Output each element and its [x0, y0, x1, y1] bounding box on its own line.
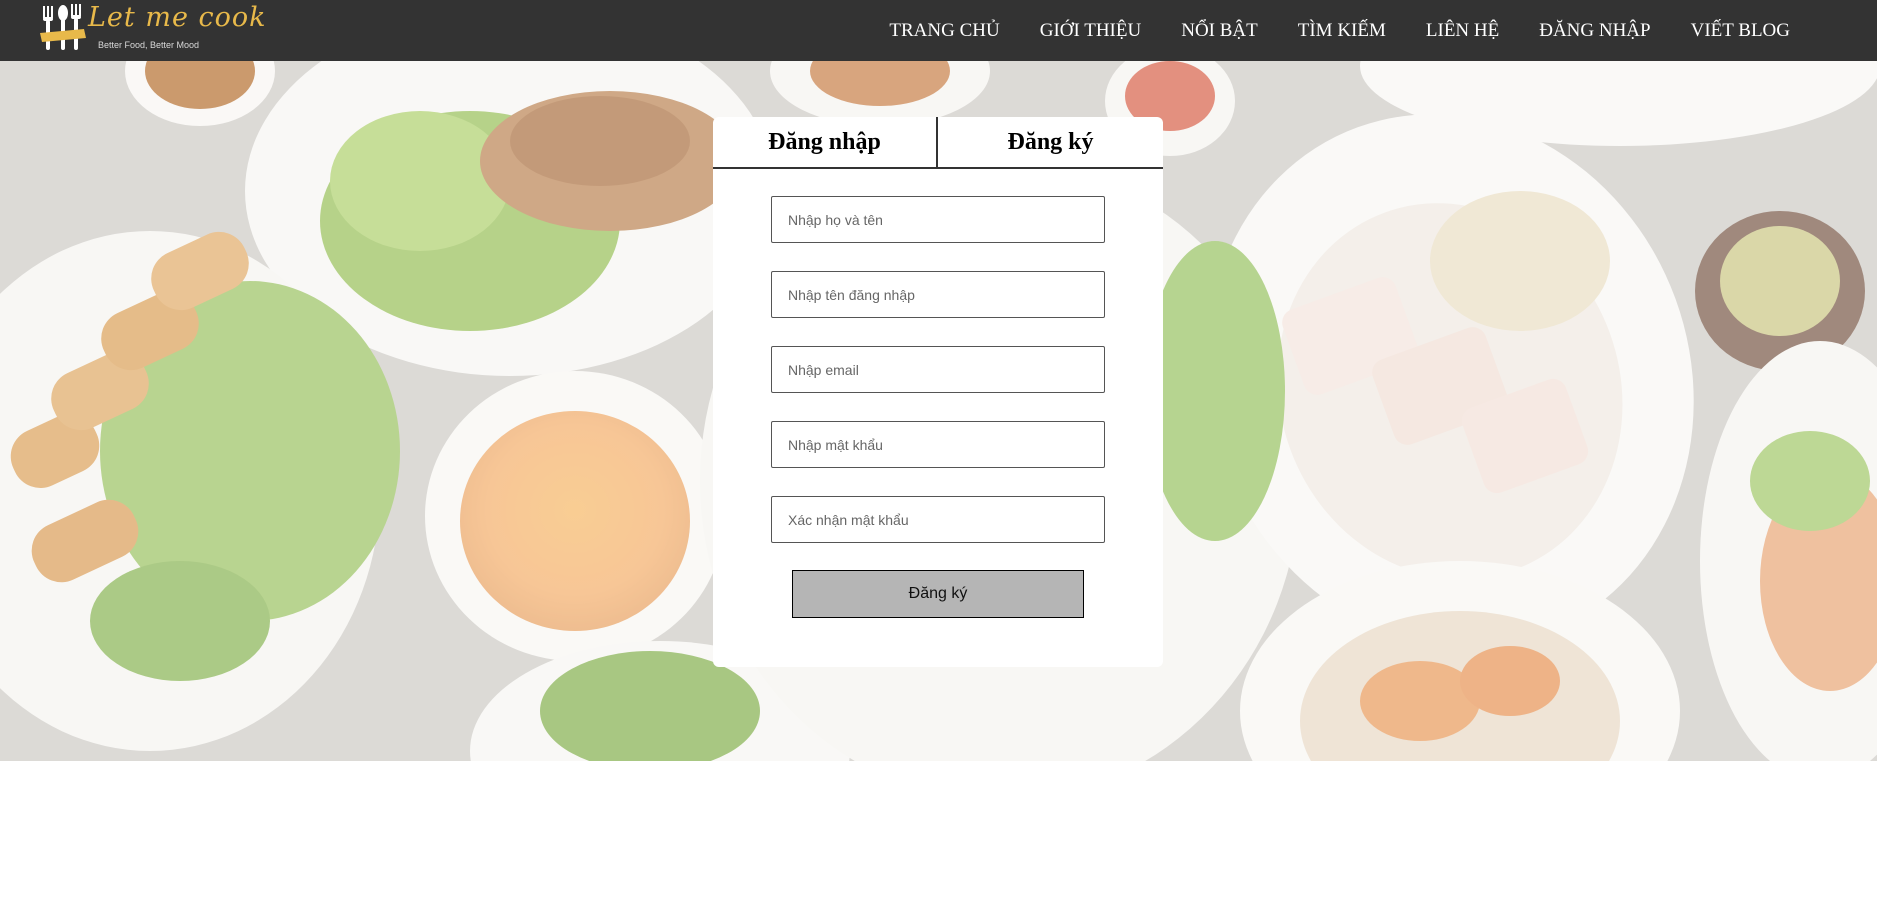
- nav-item-home[interactable]: TRANG CHỦ: [889, 20, 999, 42]
- fullname-input[interactable]: [771, 196, 1105, 243]
- main-nav: TRANG CHỦ GIỚI THIỆU NỔI BẬT TÌM KIẾM LI…: [889, 0, 1790, 61]
- auth-card: Đăng nhập Đăng ký Đăng ký: [713, 117, 1163, 667]
- nav-item-contact[interactable]: LIÊN HỆ: [1426, 20, 1499, 42]
- brand-logo[interactable]: Let me cook Better Food, Better Mood: [40, 0, 266, 61]
- nav-item-login[interactable]: ĐĂNG NHẬP: [1539, 20, 1650, 42]
- nav-item-search[interactable]: TÌM KIẾM: [1298, 20, 1386, 42]
- confirm-password-input[interactable]: [771, 496, 1105, 543]
- tab-login[interactable]: Đăng nhập: [713, 117, 938, 167]
- brand-name: Let me cook: [88, 2, 267, 33]
- nav-item-about[interactable]: GIỚI THIỆU: [1040, 20, 1142, 42]
- top-navbar: Let me cook Better Food, Better Mood TRA…: [0, 0, 1877, 61]
- nav-item-featured[interactable]: NỔI BẬT: [1181, 20, 1258, 42]
- username-input[interactable]: [771, 271, 1105, 318]
- nav-item-write-blog[interactable]: VIẾT BLOG: [1691, 20, 1790, 42]
- auth-tabs: Đăng nhập Đăng ký: [713, 117, 1163, 169]
- tab-register[interactable]: Đăng ký: [938, 117, 1163, 167]
- brand-tagline: Better Food, Better Mood: [98, 40, 200, 50]
- email-input[interactable]: [771, 346, 1105, 393]
- password-input[interactable]: [771, 421, 1105, 468]
- utensils-icon: [40, 4, 86, 50]
- register-button[interactable]: Đăng ký: [792, 570, 1084, 618]
